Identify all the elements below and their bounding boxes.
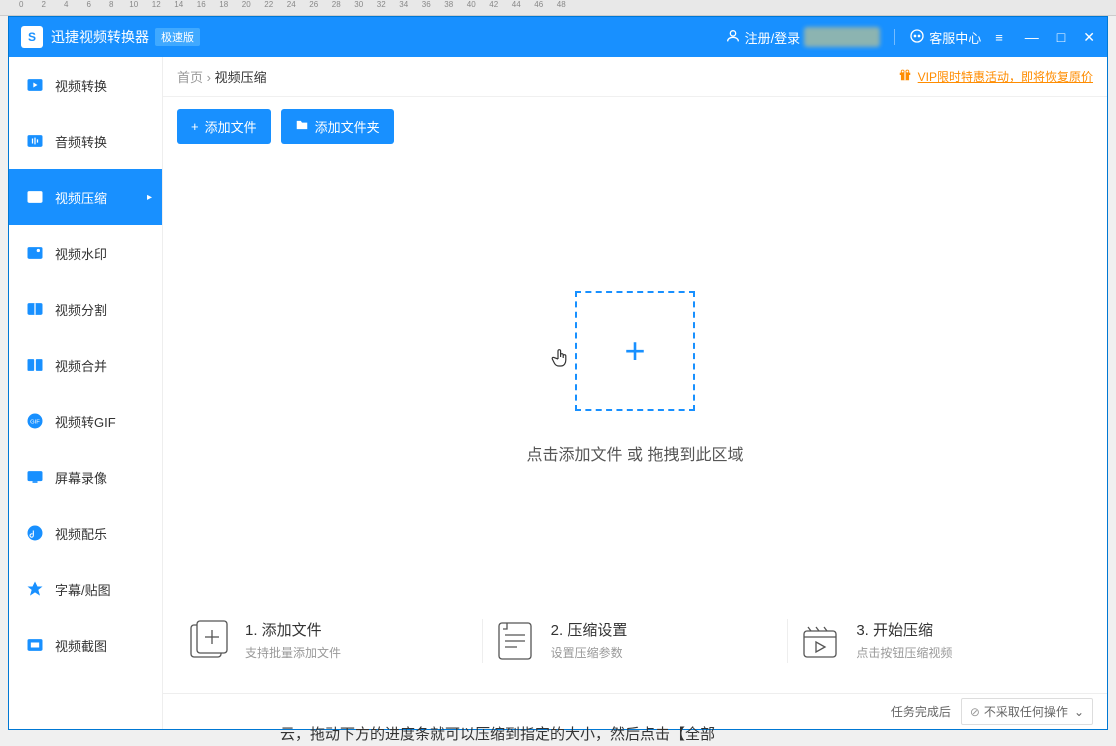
- sidebar-item-video-music[interactable]: 视频配乐: [9, 505, 162, 561]
- sidebar-item-label: 视频压缩: [55, 188, 107, 207]
- video-merge-icon: [25, 355, 45, 375]
- sidebar-item-video-gif[interactable]: GIF 视频转GIF: [9, 393, 162, 449]
- video-compress-icon: [25, 187, 45, 207]
- step-desc: 支持批量添加文件: [245, 644, 341, 661]
- vip-status-blur: [804, 27, 880, 47]
- close-button[interactable]: ✕: [1083, 29, 1095, 46]
- add-file-label: 添加文件: [205, 117, 257, 136]
- sidebar-item-subtitle[interactable]: 字幕/贴图: [9, 561, 162, 617]
- sidebar-item-audio-convert[interactable]: 音频转换: [9, 113, 162, 169]
- chat-icon: [909, 28, 925, 47]
- sidebar-item-label: 视频转换: [55, 76, 107, 95]
- step-desc: 设置压缩参数: [551, 644, 628, 661]
- after-task-select[interactable]: ⊘ 不采取任何操作 ⌄: [961, 698, 1093, 725]
- video-watermark-icon: [25, 243, 45, 263]
- drop-zone[interactable]: +: [575, 291, 695, 411]
- folder-icon: [295, 118, 309, 135]
- step-title: 2. 压缩设置: [551, 619, 628, 640]
- sidebar-item-label: 视频截图: [55, 636, 107, 655]
- ruler: 0246810121416182022242628303234363840424…: [0, 0, 1116, 16]
- breadcrumb-home[interactable]: 首页: [177, 70, 203, 85]
- sidebar-item-label: 音频转换: [55, 132, 107, 151]
- register-login-link[interactable]: 注册/登录: [725, 27, 881, 47]
- step-1-icon: [187, 619, 231, 663]
- step-2-icon: [493, 619, 537, 663]
- svg-text:GIF: GIF: [30, 420, 40, 426]
- step-3: 3. 开始压缩 点击按钮压缩视频: [788, 619, 1093, 663]
- after-task-value: 不采取任何操作: [984, 703, 1068, 720]
- sidebar-item-label: 视频合并: [55, 356, 107, 375]
- sidebar-item-video-screenshot[interactable]: 视频截图: [9, 617, 162, 673]
- add-folder-label: 添加文件夹: [315, 117, 380, 136]
- customer-service-label: 客服中心: [929, 28, 981, 47]
- promo-link[interactable]: VIP限时特惠活动，即将恢复原价: [918, 68, 1093, 85]
- drop-plus-icon: +: [624, 330, 645, 372]
- sidebar-item-video-split[interactable]: 视频分割: [9, 281, 162, 337]
- video-convert-icon: [25, 75, 45, 95]
- truncated-external-text: 云，拖动下方的进度条就可以压缩到指定的大小，然后点击【全部: [280, 723, 715, 744]
- app-logo-icon: S: [21, 26, 43, 48]
- step-3-icon: [798, 619, 842, 663]
- sidebar-item-video-compress[interactable]: 视频压缩: [9, 169, 162, 225]
- breadcrumb-bar: 首页 › 视频压缩 VIP限时特惠活动，即将恢复原价: [163, 57, 1107, 97]
- register-login-label: 注册/登录: [745, 28, 801, 47]
- audio-convert-icon: [25, 131, 45, 151]
- breadcrumb: 首页 › 视频压缩: [177, 67, 267, 86]
- toolbar: + 添加文件 添加文件夹: [163, 97, 1107, 156]
- sidebar: 视频转换 音频转换 视频压缩 视频水印 视频分割 视频合并 GIF 视频转GIF: [9, 57, 163, 729]
- customer-service-link[interactable]: 客服中心: [909, 28, 981, 47]
- add-file-button[interactable]: + 添加文件: [177, 109, 271, 144]
- sidebar-item-label: 视频配乐: [55, 524, 107, 543]
- main-area: 首页 › 视频压缩 VIP限时特惠活动，即将恢复原价 + 添加文件: [163, 57, 1107, 729]
- video-split-icon: [25, 299, 45, 319]
- sidebar-item-label: 字幕/贴图: [55, 580, 111, 599]
- chevron-down-icon: ⌄: [1074, 705, 1084, 719]
- video-screenshot-icon: [25, 635, 45, 655]
- menu-icon: ≡: [995, 30, 1003, 45]
- drop-hint: 点击添加文件 或 拖拽到此区域: [527, 441, 744, 465]
- screen-record-icon: [25, 467, 45, 487]
- menu-button[interactable]: ≡: [995, 30, 1003, 45]
- breadcrumb-separator: ›: [207, 70, 211, 85]
- user-icon: [725, 28, 741, 47]
- gift-icon: [898, 68, 912, 85]
- content-area: + 点击添加文件 或 拖拽到此区域: [163, 156, 1107, 599]
- sidebar-item-video-merge[interactable]: 视频合并: [9, 337, 162, 393]
- subtitle-icon: [25, 579, 45, 599]
- promo-banner[interactable]: VIP限时特惠活动，即将恢复原价: [898, 68, 1093, 85]
- step-1: 1. 添加文件 支持批量添加文件: [177, 619, 483, 663]
- app-window: S 迅捷视频转换器 极速版 注册/登录 客服中心 ≡: [8, 16, 1108, 730]
- separator: [894, 29, 895, 45]
- add-folder-button[interactable]: 添加文件夹: [281, 109, 394, 144]
- step-title: 1. 添加文件: [245, 619, 341, 640]
- video-music-icon: [25, 523, 45, 543]
- steps-row: 1. 添加文件 支持批量添加文件 2. 压缩设置 设置压缩参数 3. 开始压缩 …: [163, 599, 1107, 693]
- app-title: 迅捷视频转换器: [51, 27, 149, 47]
- cursor-hand-icon: [551, 348, 569, 373]
- sidebar-item-screen-record[interactable]: 屏幕录像: [9, 449, 162, 505]
- sidebar-item-video-watermark[interactable]: 视频水印: [9, 225, 162, 281]
- maximize-button[interactable]: □: [1057, 29, 1065, 46]
- step-desc: 点击按钮压缩视频: [856, 644, 952, 661]
- after-task-label: 任务完成后: [891, 703, 951, 720]
- breadcrumb-current: 视频压缩: [215, 70, 267, 85]
- sidebar-item-label: 视频水印: [55, 244, 107, 263]
- step-title: 3. 开始压缩: [856, 619, 952, 640]
- plus-icon: +: [191, 119, 199, 134]
- sidebar-item-label: 屏幕录像: [55, 468, 107, 487]
- prohibit-icon: ⊘: [970, 705, 980, 719]
- minimize-button[interactable]: —: [1025, 29, 1039, 46]
- sidebar-item-video-convert[interactable]: 视频转换: [9, 57, 162, 113]
- sidebar-item-label: 视频转GIF: [55, 412, 116, 431]
- titlebar: S 迅捷视频转换器 极速版 注册/登录 客服中心 ≡: [9, 17, 1107, 57]
- step-2: 2. 压缩设置 设置压缩参数: [483, 619, 789, 663]
- video-gif-icon: GIF: [25, 411, 45, 431]
- edition-badge: 极速版: [155, 28, 200, 46]
- sidebar-item-label: 视频分割: [55, 300, 107, 319]
